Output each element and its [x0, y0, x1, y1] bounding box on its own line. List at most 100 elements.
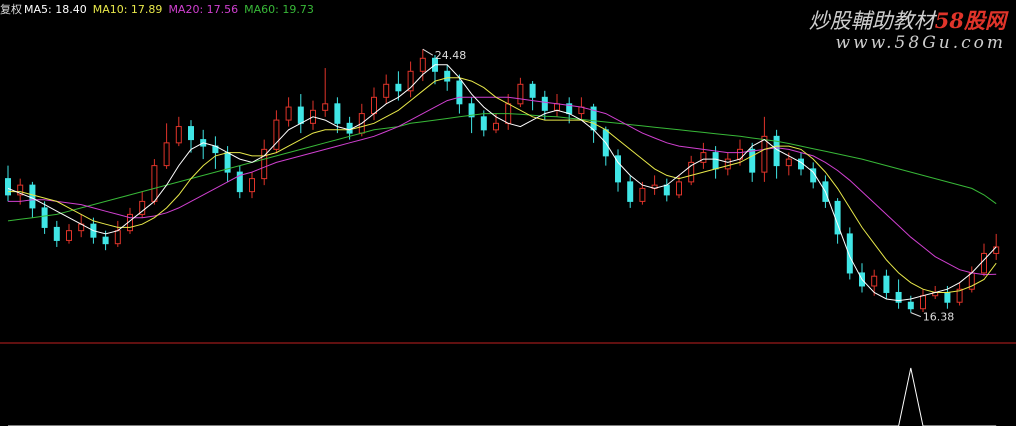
candle	[663, 178, 670, 202]
candle-body	[529, 83, 536, 98]
candle	[529, 81, 536, 111]
candle	[163, 123, 170, 169]
candle	[358, 103, 365, 137]
candle	[188, 120, 194, 153]
candle-body	[297, 106, 304, 124]
candle-body	[907, 301, 914, 310]
low-pointer	[910, 312, 921, 318]
candle-body	[66, 230, 72, 241]
watermark-cn-prefix: 炒股輔助教材	[808, 9, 935, 33]
candle	[920, 289, 926, 312]
candle-body	[371, 96, 377, 115]
legend-ma5: MA5: 18.40	[24, 3, 87, 16]
candle	[53, 220, 60, 247]
candle	[883, 269, 890, 299]
candle	[688, 155, 695, 186]
watermark-cn-brand: 58股网	[934, 8, 1006, 33]
legend-ma20: MA20: 17.56	[168, 3, 239, 16]
candle	[66, 224, 72, 244]
candle	[273, 110, 280, 153]
candle	[615, 149, 621, 192]
candle-body	[639, 187, 646, 202]
candle-body	[944, 291, 951, 303]
candle-body	[175, 126, 182, 144]
candle-body	[627, 181, 634, 202]
candle	[151, 159, 158, 205]
candle-body	[761, 135, 768, 173]
candle	[236, 165, 243, 199]
candle	[407, 61, 414, 98]
kline-chart: 24.48 16.38	[0, 48, 1016, 426]
candle-body	[114, 230, 121, 245]
candle	[261, 139, 268, 186]
candle	[383, 74, 390, 104]
candle-body	[749, 148, 756, 173]
candle	[859, 263, 865, 293]
candle	[700, 142, 707, 169]
candle	[200, 129, 207, 160]
candle-body	[993, 246, 1000, 254]
candle-body	[981, 252, 987, 274]
candle-body	[249, 178, 255, 193]
signal-panel	[8, 367, 997, 426]
low-label: 16.38	[923, 311, 955, 324]
candle	[114, 220, 121, 247]
candle	[285, 97, 292, 127]
candle-body	[517, 83, 524, 105]
candle-body	[712, 152, 719, 170]
candle	[334, 97, 341, 134]
candle-body	[322, 103, 329, 111]
candle	[212, 136, 219, 169]
ma-legend: 复权 MA5: 18.40 MA10: 17.89 MA20: 17.56 MA60: …	[0, 3, 320, 16]
chart-stage: 24.48 16.38 复权 MA5: 18.40 MA10: 17.89 MA20: …	[0, 0, 1016, 426]
candle-body	[188, 126, 194, 141]
candle-body	[554, 103, 560, 111]
candle	[297, 94, 304, 134]
candle-body	[419, 57, 426, 72]
candle-body	[151, 165, 158, 202]
legend-prefix: 复权	[0, 3, 22, 16]
candle-body	[456, 80, 463, 105]
candle-body	[480, 116, 487, 131]
candle	[554, 94, 560, 117]
candle-body	[663, 184, 670, 196]
watermark-brand: 炒股輔助教材58股网	[809, 5, 1006, 35]
watermark-url: www.58Gu.com	[835, 33, 1006, 53]
candle-body	[871, 275, 878, 287]
candle-body	[163, 142, 170, 167]
candle-body	[53, 226, 60, 241]
candle-body	[334, 103, 341, 124]
candle-body	[444, 70, 451, 82]
candle	[175, 116, 182, 147]
candle	[5, 165, 11, 202]
candle-body	[383, 83, 390, 98]
high-pointer	[422, 48, 434, 56]
candle-body	[285, 106, 292, 121]
candle	[310, 100, 316, 130]
candle	[505, 94, 512, 130]
legend-ma60: MA60: 19.73	[244, 3, 314, 16]
candle-body	[724, 158, 731, 170]
candle-body	[346, 122, 353, 134]
candle-body	[920, 295, 926, 310]
candle-body	[883, 275, 890, 293]
candle	[895, 279, 902, 309]
candle-body	[102, 236, 109, 245]
candle-body	[5, 178, 11, 196]
candle	[773, 129, 780, 179]
candle	[139, 191, 146, 218]
candle-body	[41, 207, 48, 228]
candle	[627, 175, 634, 208]
high-label: 24.48	[435, 49, 467, 62]
signal-line	[8, 367, 997, 426]
candle-body	[29, 184, 36, 209]
candle-body	[493, 122, 499, 131]
legend-ma10: MA10: 17.89	[92, 3, 163, 16]
candle-body	[541, 96, 548, 111]
candle	[956, 282, 963, 306]
candle-body	[785, 158, 792, 167]
candle	[41, 201, 48, 234]
candle	[651, 175, 658, 195]
candle	[78, 214, 85, 238]
candle-body	[700, 152, 707, 163]
